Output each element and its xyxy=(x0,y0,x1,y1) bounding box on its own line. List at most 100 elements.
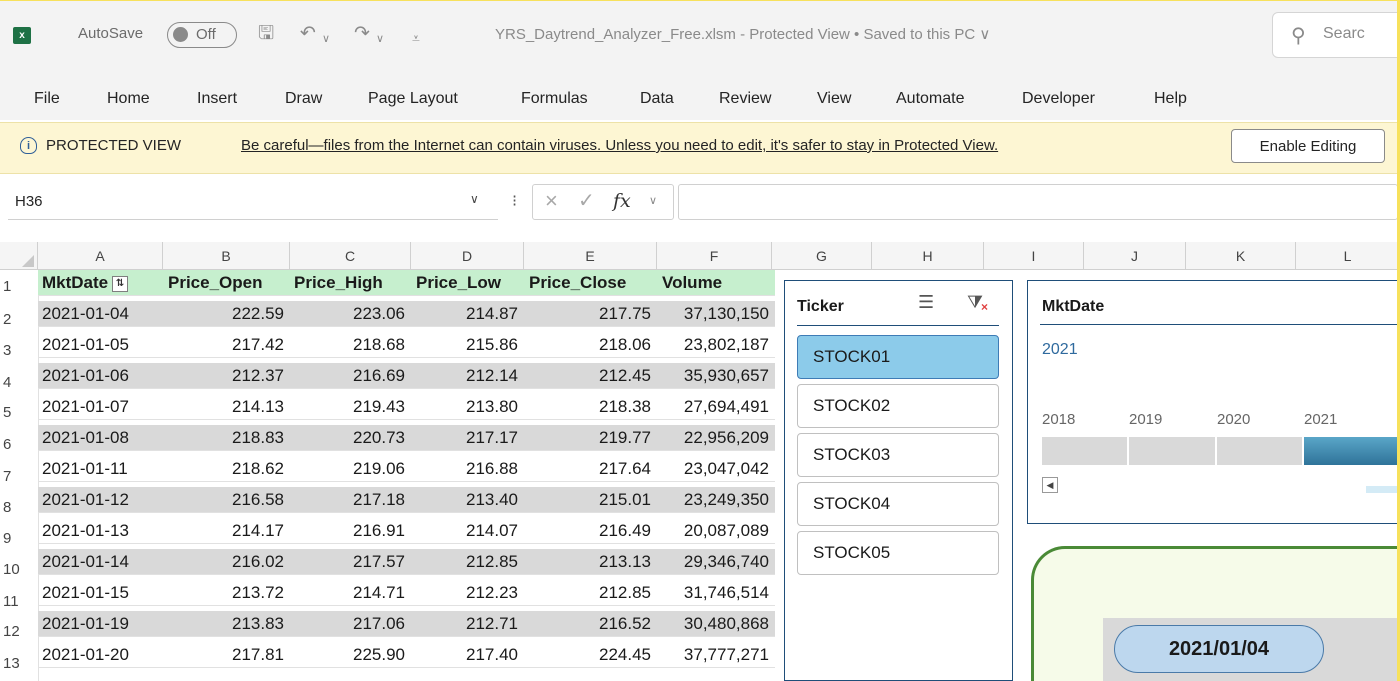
low-cell[interactable]: 212.14 xyxy=(411,363,518,389)
row-header[interactable]: 11 xyxy=(0,589,38,615)
undo-dropdown-icon[interactable]: ∨ xyxy=(322,27,330,51)
open-cell[interactable]: 218.62 xyxy=(163,456,284,482)
column-header-f[interactable]: F xyxy=(657,242,772,270)
row-header[interactable]: 6 xyxy=(0,432,38,458)
column-header-c[interactable]: C xyxy=(290,242,411,270)
slicer-item-stock01[interactable]: STOCK01 xyxy=(797,335,999,379)
select-all-corner[interactable] xyxy=(0,242,38,270)
chevron-down-icon[interactable]: ∨ xyxy=(470,192,479,206)
tab-help[interactable]: Help xyxy=(1154,90,1187,108)
column-header-h[interactable]: H xyxy=(872,242,984,270)
more-icon[interactable]: ⁝ xyxy=(512,191,517,211)
header-cell[interactable]: MktDate ⇅ xyxy=(42,270,129,296)
close-cell[interactable]: 218.38 xyxy=(524,394,651,420)
date-cell[interactable]: 2021-01-06 xyxy=(42,363,129,389)
low-cell[interactable]: 217.40 xyxy=(411,642,518,668)
row-header[interactable]: 5 xyxy=(0,400,38,426)
header-cell[interactable]: Price_Close xyxy=(529,270,626,296)
close-cell[interactable]: 219.77 xyxy=(524,425,651,451)
insert-function-icon[interactable]: fx xyxy=(613,190,631,212)
volume-cell[interactable]: 29,346,740 xyxy=(657,549,769,575)
open-cell[interactable]: 216.02 xyxy=(163,549,284,575)
slicer-item-stock03[interactable]: STOCK03 xyxy=(797,433,999,477)
tab-formulas[interactable]: Formulas xyxy=(521,90,588,108)
column-header-k[interactable]: K xyxy=(1186,242,1296,270)
redo-dropdown-icon[interactable]: ∨ xyxy=(376,27,384,51)
close-cell[interactable]: 224.45 xyxy=(524,642,651,668)
high-cell[interactable]: 223.06 xyxy=(290,301,405,327)
close-cell[interactable]: 212.45 xyxy=(524,363,651,389)
row-header[interactable]: 4 xyxy=(0,370,38,396)
timeline-bar-2019[interactable] xyxy=(1129,437,1215,465)
timeline-bar-2020[interactable] xyxy=(1217,437,1302,465)
date-cell[interactable]: 2021-01-19 xyxy=(42,611,129,637)
high-cell[interactable]: 216.69 xyxy=(290,363,405,389)
close-cell[interactable]: 216.49 xyxy=(524,518,651,544)
timeline-bar-2018[interactable] xyxy=(1042,437,1127,465)
row-header[interactable]: 12 xyxy=(0,619,38,645)
date-cell[interactable]: 2021-01-04 xyxy=(42,301,129,327)
header-cell[interactable]: Price_Open xyxy=(168,270,263,296)
chevron-down-icon[interactable]: ∨ xyxy=(649,194,657,207)
formula-input[interactable] xyxy=(678,184,1398,220)
tab-review[interactable]: Review xyxy=(719,90,771,108)
column-header-j[interactable]: J xyxy=(1084,242,1186,270)
mktdate-timeline[interactable]: MktDate 2021 2018 2019 2020 2021 ◀ xyxy=(1027,280,1400,524)
row-header[interactable]: 9 xyxy=(0,526,38,552)
row-header[interactable]: 1 xyxy=(0,274,38,300)
volume-cell[interactable]: 35,930,657 xyxy=(657,363,769,389)
date-cell[interactable]: 2021-01-11 xyxy=(42,456,128,482)
high-cell[interactable]: 217.18 xyxy=(290,487,405,513)
open-cell[interactable]: 212.37 xyxy=(163,363,284,389)
high-cell[interactable]: 217.06 xyxy=(290,611,405,637)
protected-view-message[interactable]: Be careful—files from the Internet can c… xyxy=(241,137,998,154)
high-cell[interactable]: 220.73 xyxy=(290,425,405,451)
high-cell[interactable]: 219.06 xyxy=(290,456,405,482)
open-cell[interactable]: 222.59 xyxy=(163,301,284,327)
tab-developer[interactable]: Developer xyxy=(1022,90,1095,108)
scroll-left-icon[interactable]: ◀ xyxy=(1042,477,1058,493)
open-cell[interactable]: 213.72 xyxy=(163,580,284,606)
tab-home[interactable]: Home xyxy=(107,90,150,108)
column-header-b[interactable]: B xyxy=(163,242,290,270)
column-header-a[interactable]: A xyxy=(38,242,163,270)
date-cell[interactable]: 2021-01-13 xyxy=(42,518,129,544)
open-cell[interactable]: 214.17 xyxy=(163,518,284,544)
timeline-scroll-thumb[interactable] xyxy=(1366,486,1400,493)
low-cell[interactable]: 216.88 xyxy=(411,456,518,482)
slicer-item-stock04[interactable]: STOCK04 xyxy=(797,482,999,526)
high-cell[interactable]: 216.91 xyxy=(290,518,405,544)
volume-cell[interactable]: 37,130,150 xyxy=(657,301,769,327)
filter-icon[interactable]: ⇅ xyxy=(112,275,129,292)
high-cell[interactable]: 217.57 xyxy=(290,549,405,575)
volume-cell[interactable]: 30,480,868 xyxy=(657,611,769,637)
tab-draw[interactable]: Draw xyxy=(285,90,322,108)
volume-cell[interactable]: 20,087,089 xyxy=(657,518,769,544)
high-cell[interactable]: 219.43 xyxy=(290,394,405,420)
enter-icon[interactable]: ✓ xyxy=(578,188,595,213)
header-cell[interactable]: Volume xyxy=(662,270,722,296)
low-cell[interactable]: 214.07 xyxy=(411,518,518,544)
tab-page-layout[interactable]: Page Layout xyxy=(368,90,458,108)
volume-cell[interactable]: 37,777,271 xyxy=(657,642,769,668)
low-cell[interactable]: 214.87 xyxy=(411,301,518,327)
slicer-item-stock05[interactable]: STOCK05 xyxy=(797,531,999,575)
open-cell[interactable]: 218.83 xyxy=(163,425,284,451)
row-header[interactable]: 3 xyxy=(0,338,38,364)
row-header[interactable]: 8 xyxy=(0,495,38,521)
close-cell[interactable]: 218.06 xyxy=(524,332,651,358)
open-cell[interactable]: 213.83 xyxy=(163,611,284,637)
low-cell[interactable]: 212.71 xyxy=(411,611,518,637)
high-cell[interactable]: 214.71 xyxy=(290,580,405,606)
tab-view[interactable]: View xyxy=(817,90,851,108)
row-header[interactable]: 2 xyxy=(0,307,38,333)
volume-cell[interactable]: 27,694,491 xyxy=(657,394,769,420)
undo-icon[interactable]: ↶ xyxy=(300,22,316,46)
date-cell[interactable]: 2021-01-15 xyxy=(42,580,129,606)
slicer-item-stock02[interactable]: STOCK02 xyxy=(797,384,999,428)
volume-cell[interactable]: 23,249,350 xyxy=(657,487,769,513)
open-cell[interactable]: 217.42 xyxy=(163,332,284,358)
customize-quick-access-icon[interactable]: ⩡ xyxy=(412,26,420,50)
tab-data[interactable]: Data xyxy=(640,90,674,108)
column-header-g[interactable]: G xyxy=(772,242,872,270)
